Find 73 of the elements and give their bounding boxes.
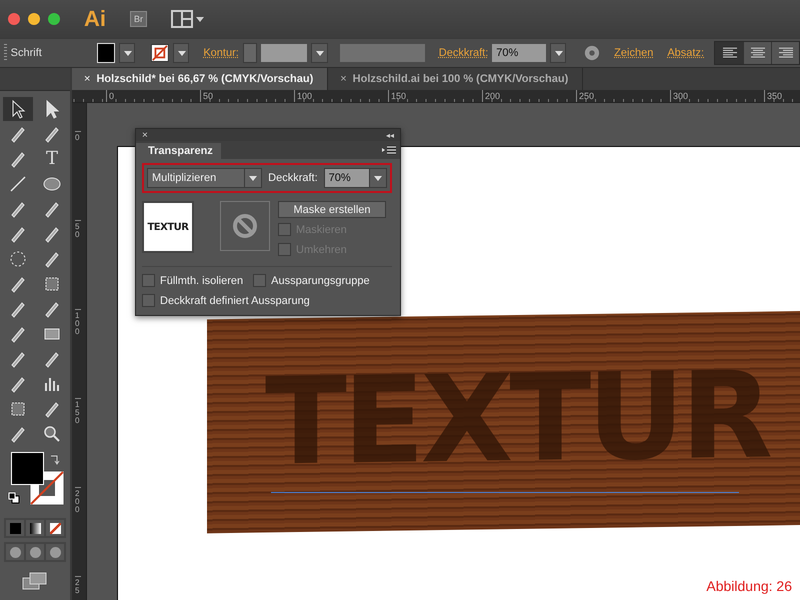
ruler-label: 50 [200, 90, 214, 102]
ruler-label: 25 [75, 576, 81, 595]
tab-title: Holzschild* bei 66,67 % (CMYK/Vorschau) [96, 73, 314, 85]
blend-mode-dropdown[interactable]: Multiplizieren [147, 168, 262, 188]
artwork-text: TEXTUR [264, 361, 770, 479]
selection-label: Schrift [10, 47, 43, 59]
ruler-label: 50 [75, 220, 81, 239]
align-right-icon [778, 47, 792, 59]
stroke-swatch[interactable] [151, 43, 170, 63]
ruler-label: 100 [75, 309, 81, 336]
draw-mode-button[interactable] [6, 544, 24, 560]
dashed-circle-icon [8, 249, 28, 269]
ruler-label: 250 [576, 90, 594, 102]
ruler-label: 100 [294, 90, 312, 102]
align-center-icon [750, 47, 764, 59]
ruler-label: 200 [482, 90, 500, 102]
panel-tab[interactable]: Transparenz [136, 143, 221, 159]
workspace-icon[interactable] [171, 10, 205, 28]
grip-icon[interactable] [4, 44, 7, 62]
zoom-dot[interactable] [48, 13, 60, 25]
opacity-field[interactable]: 70% [492, 44, 546, 62]
close-tab-icon[interactable]: × [340, 73, 347, 85]
character-link[interactable]: Zeichen [614, 47, 654, 59]
recolor-icon[interactable] [584, 44, 600, 62]
none-mode-button[interactable] [46, 520, 64, 536]
align-button[interactable] [715, 42, 743, 64]
stroke-link[interactable]: Kontur: [203, 47, 239, 59]
panel-menu-icon[interactable] [382, 145, 396, 155]
ruler-label: 0 [75, 131, 81, 142]
checkbox-option[interactable]: Aussparungsgruppe [253, 272, 370, 289]
thumbnail-text: TEXTUR [147, 222, 188, 232]
tab-title: Holzschild.ai bei 100 % (CMYK/Vorschau) [352, 73, 568, 85]
ruler-label: 0 [106, 90, 114, 102]
app-logo: Ai [84, 6, 106, 32]
stroke-weight-field[interactable] [261, 44, 308, 62]
document-tab[interactable]: × Holzschild* bei 66,67 % (CMYK/Vorschau) [72, 68, 328, 90]
checkbox-option[interactable]: Deckkraft definiert Aussparung [142, 292, 310, 309]
collapse-icon[interactable]: ◂◂ [386, 130, 394, 140]
default-colors-icon[interactable] [8, 492, 20, 504]
draw-mode-button[interactable] [46, 544, 64, 560]
figure-caption: Abbildung: 26 [706, 578, 792, 594]
opacity-label: Deckkraft: [268, 172, 318, 184]
panel-close-icon[interactable]: × [142, 130, 148, 140]
color-mode-button[interactable] [6, 520, 24, 536]
ruler-label: 350 [764, 90, 782, 102]
close-tab-icon[interactable]: × [84, 73, 90, 85]
type-tool-glyph: T [46, 149, 58, 169]
align-button[interactable] [771, 42, 799, 64]
tool-button[interactable]: T [37, 147, 67, 171]
checkbox-option[interactable]: Füllmth. isolieren [142, 272, 244, 289]
gradient-mode-button[interactable] [26, 520, 44, 536]
fill-stroke-swatches-drawing[interactable] [11, 452, 65, 506]
ruler-label: 150 [75, 398, 81, 425]
close-dot[interactable] [8, 13, 20, 25]
fill-swatch[interactable] [97, 43, 116, 63]
make-mask-button[interactable]: Maske erstellen [278, 201, 386, 218]
no-mask-icon [232, 213, 258, 239]
paragraph-link[interactable]: Absatz: [667, 47, 704, 59]
align-left-icon [722, 47, 736, 59]
opacity-field[interactable]: 70% [324, 168, 387, 188]
draw-mode-button[interactable] [26, 544, 44, 560]
tool-button[interactable] [3, 97, 33, 121]
align-button[interactable] [743, 42, 771, 64]
swap-icon[interactable] [49, 454, 61, 466]
zoom-icon [42, 424, 62, 444]
ruler-label: 200 [75, 487, 81, 514]
ruler-label: 300 [670, 90, 688, 102]
opacity-link[interactable]: Deckkraft: [438, 47, 488, 59]
bridge-button[interactable]: Br [130, 11, 147, 27]
screen-mode-icon[interactable] [22, 572, 48, 590]
ruler-label: 150 [388, 90, 406, 102]
line-icon [8, 174, 28, 194]
minimize-dot[interactable] [28, 13, 40, 25]
